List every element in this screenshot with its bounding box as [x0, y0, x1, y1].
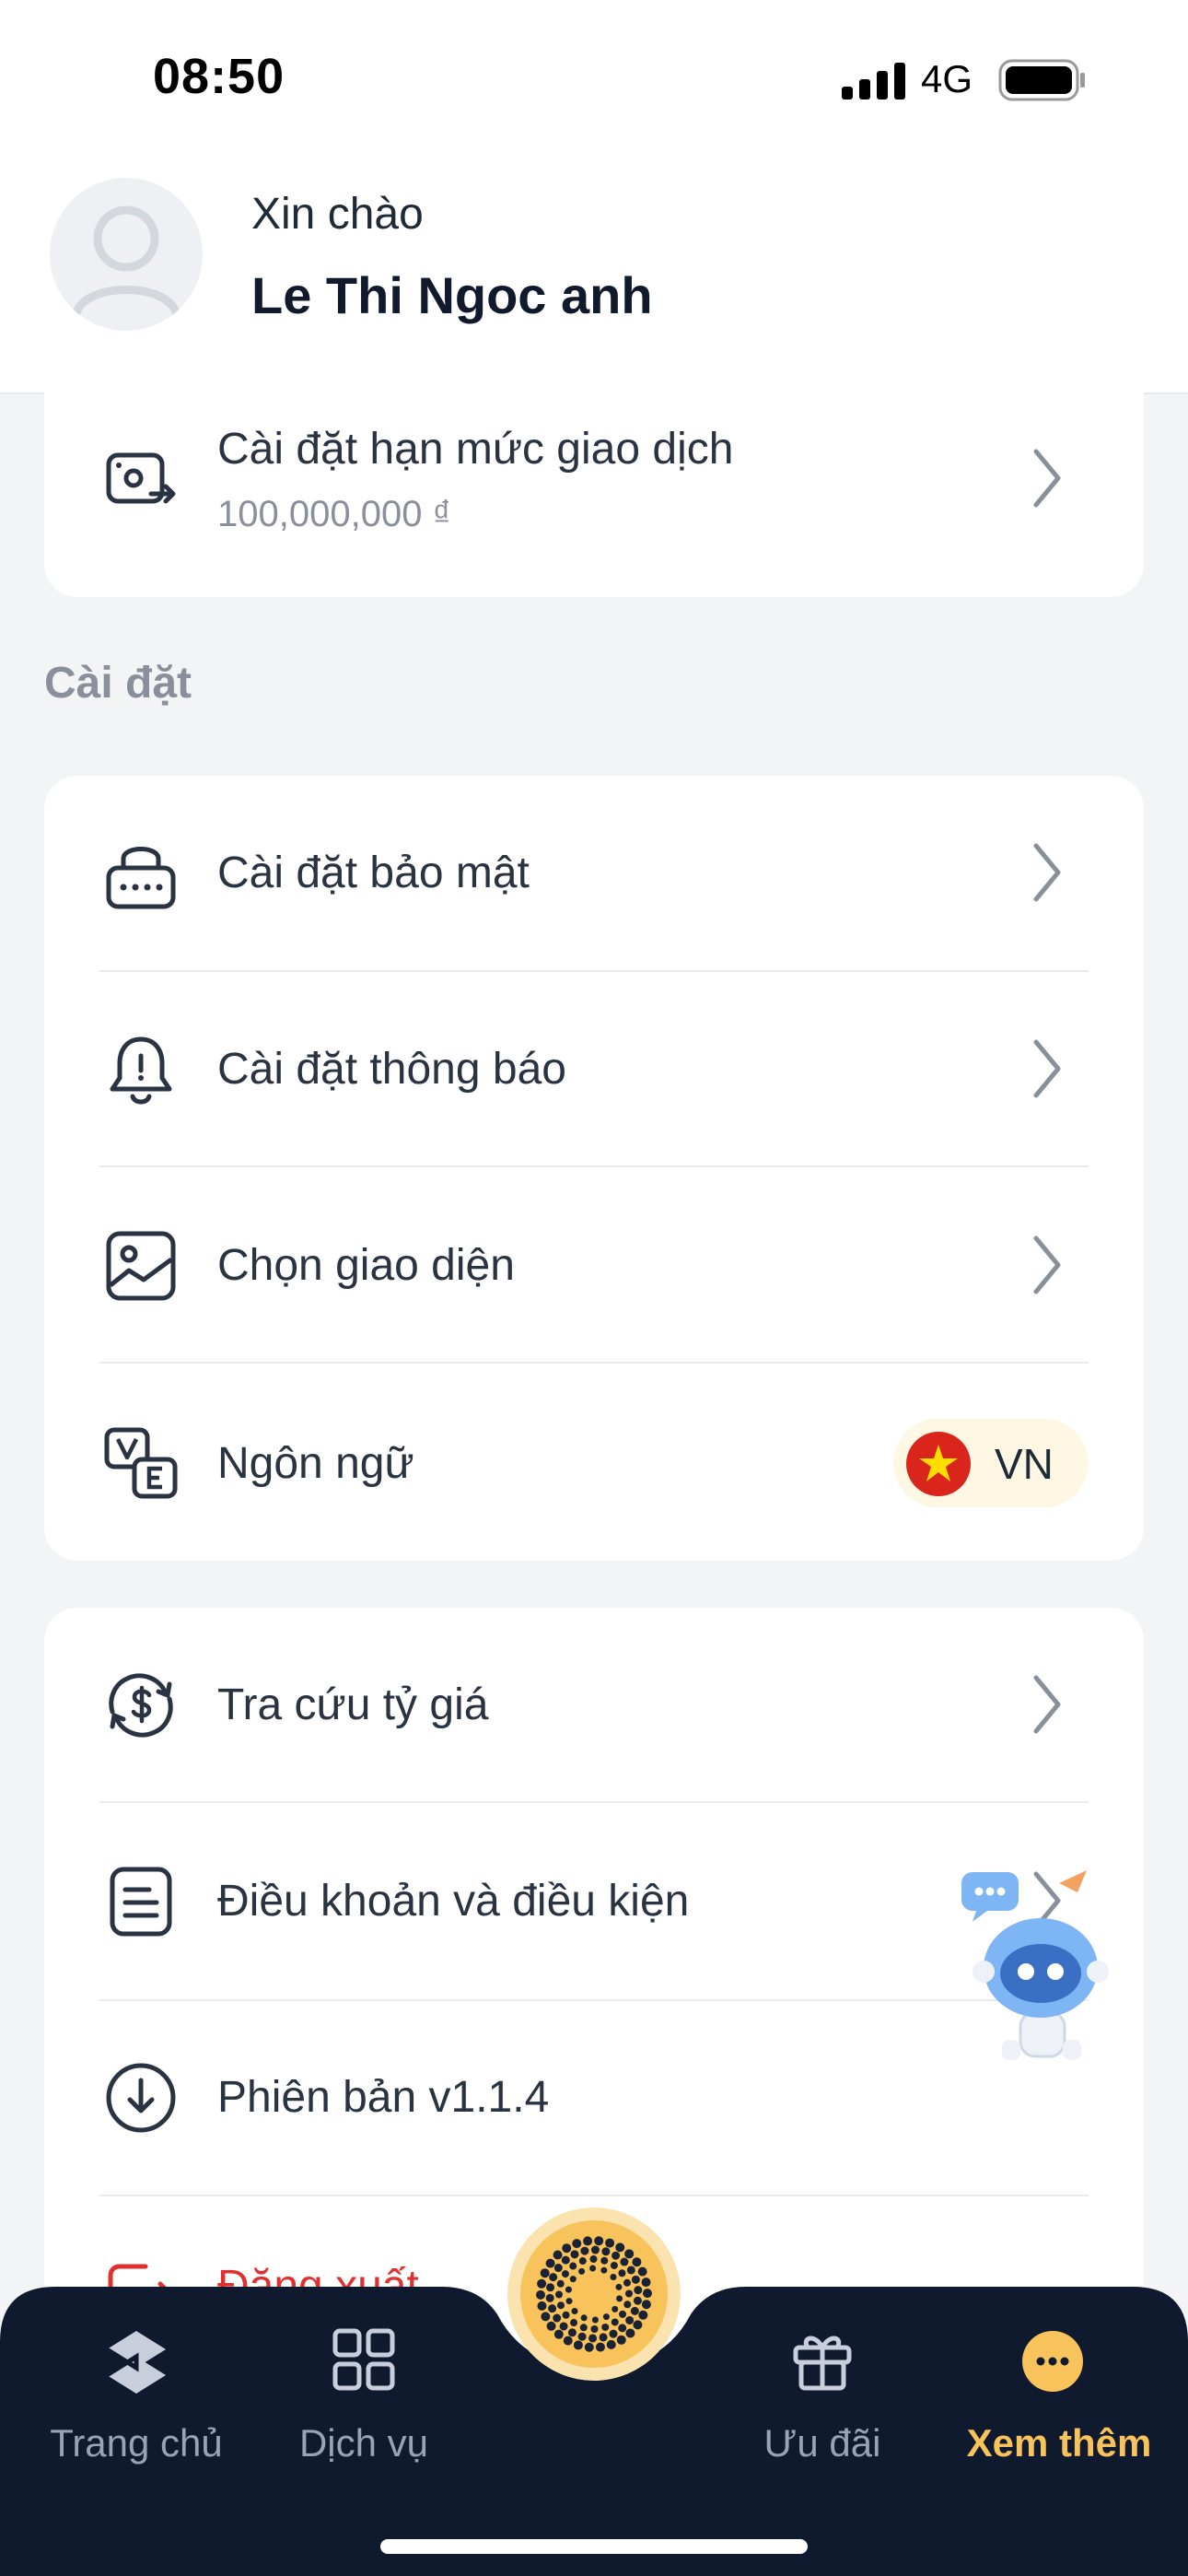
- security-settings-row[interactable]: [44, 776, 1144, 971]
- language-settings-label: Ngôn ngữ: [217, 1439, 414, 1488]
- notification-settings-label: Cài đặt thông báo: [217, 1045, 566, 1094]
- exchange-rate-icon: [109, 1673, 173, 1738]
- theme-settings-label: Chọn giao diện: [217, 1241, 515, 1290]
- more-icon: [1022, 2331, 1083, 2392]
- chatbot-mascot-icon[interactable]: [949, 1865, 1114, 2067]
- vietnam-flag-icon: [906, 1432, 971, 1496]
- language-code: VN: [995, 1440, 1054, 1488]
- transaction-limit-value: 100,000,000 ₫: [217, 494, 452, 534]
- version-label: Phiên bản v1.1.4: [217, 2073, 550, 2122]
- network-type: 4G: [921, 57, 973, 100]
- chevron-right-icon: [1033, 449, 1061, 508]
- wallet-limit-icon: [106, 452, 176, 504]
- avatar[interactable]: [50, 178, 203, 331]
- home-indicator: [380, 2539, 808, 2554]
- exchange-rate-label: Tra cứu tỷ giá: [217, 1680, 489, 1729]
- center-action-button[interactable]: [507, 2207, 681, 2381]
- download-icon: [106, 2063, 176, 2133]
- transaction-limit-label: Cài đặt hạn mức giao dịch: [217, 425, 734, 474]
- exchange-rate-row[interactable]: [44, 1608, 1144, 1801]
- language-icon: [104, 1427, 178, 1499]
- security-settings-label: Cài đặt bảo mật: [217, 849, 530, 897]
- chevron-right-icon: [1033, 1675, 1061, 1734]
- notification-settings-row[interactable]: [44, 972, 1144, 1165]
- image-icon: [106, 1231, 176, 1301]
- settings-section-title: Cài đặt: [44, 659, 192, 708]
- terms-label: Điều khoản và điều kiện: [217, 1877, 690, 1926]
- theme-settings-row[interactable]: [44, 1167, 1144, 1361]
- home-icon: [105, 2331, 166, 2394]
- nav-label-offers: Ưu đãi: [763, 2421, 881, 2465]
- status-time: 08:50: [153, 49, 285, 104]
- document-icon: [110, 1867, 172, 1937]
- chevron-right-icon: [1033, 1039, 1061, 1098]
- signal-strength-icon: [842, 63, 905, 100]
- user-name: Le Thi Ngoc anh: [251, 266, 653, 324]
- nav-label-home: Trang chủ: [50, 2421, 223, 2465]
- greeting-text: Xin chào: [251, 190, 424, 239]
- nav-label-services: Dịch vụ: [298, 2421, 429, 2465]
- nav-label-more: Xem thêm: [966, 2421, 1152, 2465]
- chevron-right-icon: [1033, 843, 1061, 902]
- battery-icon: [998, 59, 1085, 101]
- chevron-right-icon: [1033, 1235, 1061, 1294]
- grid-icon: [332, 2328, 395, 2391]
- bell-icon: [110, 1036, 172, 1105]
- gift-icon: [793, 2336, 852, 2391]
- user-placeholder-icon: [71, 205, 181, 318]
- lock-icon: [106, 847, 176, 909]
